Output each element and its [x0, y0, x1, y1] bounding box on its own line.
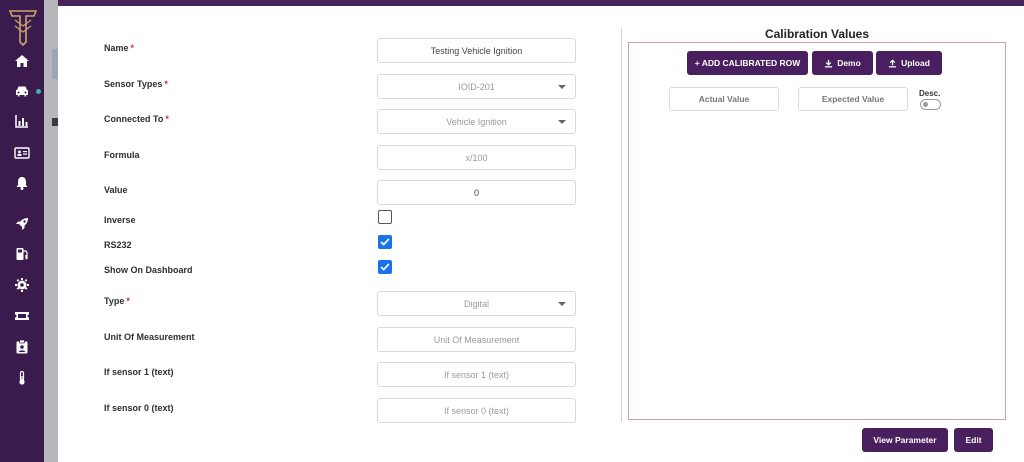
sidebar-item-alerts[interactable] — [0, 169, 44, 197]
show-on-dashboard-label: Show On Dashboard — [104, 265, 193, 275]
sensor-types-label: Sensor Types * — [104, 79, 168, 89]
inverse-checkbox[interactable] — [378, 210, 392, 224]
type-select[interactable]: Digital — [377, 291, 576, 316]
clipboard-user-icon — [16, 339, 28, 354]
sensor-types-value: IOID-201 — [458, 81, 495, 92]
expected-value-header: Expected Value — [798, 87, 908, 111]
checkmark-icon — [380, 263, 390, 271]
unit-of-measurement-label: Unit Of Measurement — [104, 332, 195, 342]
sidebar-item-temperature[interactable] — [0, 364, 44, 392]
bell-icon — [16, 177, 28, 190]
unit-of-measurement-input[interactable]: Unit Of Measurement — [377, 327, 576, 352]
caret-down-icon — [558, 120, 566, 124]
rocket-icon — [16, 218, 28, 230]
add-calibrated-row-button[interactable]: + ADD CALIBRATED ROW — [687, 51, 808, 75]
inverse-label: Inverse — [104, 215, 136, 225]
type-value: Digital — [463, 298, 489, 309]
id-card-icon — [14, 147, 30, 159]
active-indicator — [36, 89, 41, 94]
formula-input[interactable]: x/100 — [377, 145, 576, 170]
demo-button[interactable]: Demo — [812, 51, 873, 75]
sidebar-item-launch[interactable] — [0, 210, 44, 238]
toggle-knob — [923, 102, 928, 107]
value-input[interactable]: 0 — [377, 180, 576, 205]
upload-button[interactable]: Upload — [876, 51, 942, 75]
column-divider — [621, 28, 622, 422]
sidebar-item-assignments[interactable] — [0, 333, 44, 361]
car-icon — [16, 86, 28, 97]
download-icon — [825, 59, 833, 67]
type-label: Type * — [104, 296, 130, 306]
value-label: Value — [104, 185, 128, 195]
sidebar-item-vehicles[interactable] — [0, 77, 44, 105]
if-sensor-1-label: If sensor 1 (text) — [104, 367, 174, 377]
checkmark-icon — [380, 238, 390, 246]
view-parameter-button[interactable]: View Parameter — [862, 428, 948, 452]
rs232-label: RS232 — [104, 240, 132, 250]
modal-top-bar — [58, 0, 1024, 6]
sidebar-item-home[interactable] — [0, 47, 44, 75]
connected-to-select[interactable]: Vehicle Ignition — [377, 109, 576, 134]
required-marker: * — [126, 296, 130, 306]
if-sensor-0-input[interactable]: If sensor 0 (text) — [377, 398, 576, 423]
required-marker: * — [130, 43, 135, 53]
caret-down-icon — [558, 302, 566, 306]
sidebar-item-settings[interactable] — [0, 271, 44, 299]
rs232-checkbox[interactable] — [378, 235, 392, 249]
sidebar-item-tickets[interactable] — [0, 302, 44, 330]
demo-button-label: Demo — [837, 58, 861, 68]
fuel-pump-icon — [16, 248, 28, 260]
connected-to-label: Connected To * — [104, 114, 169, 124]
gear-icon — [15, 278, 29, 292]
sidebar — [0, 0, 44, 462]
sensor-types-select[interactable]: IOID-201 — [377, 74, 576, 99]
desc-toggle[interactable] — [920, 99, 941, 110]
show-on-dashboard-checkbox[interactable] — [378, 260, 392, 274]
desc-label: Desc. — [919, 89, 941, 98]
home-icon — [15, 55, 29, 67]
connected-to-value: Vehicle Ignition — [446, 116, 507, 127]
formula-label: Formula — [104, 150, 140, 160]
app-logo[interactable] — [7, 8, 39, 47]
name-input[interactable]: Testing Vehicle Ignition — [377, 38, 576, 63]
bar-chart-icon — [15, 115, 28, 128]
required-marker: * — [164, 79, 168, 89]
calibration-title: Calibration Values — [764, 27, 870, 41]
if-sensor-1-input[interactable]: If sensor 1 (text) — [377, 362, 576, 387]
upload-icon — [888, 58, 897, 67]
sidebar-item-reports[interactable] — [0, 107, 44, 135]
sidebar-item-drivers[interactable] — [0, 139, 44, 167]
edit-button[interactable]: Edit — [954, 428, 993, 452]
actual-value-header: Actual Value — [669, 87, 779, 111]
thermometer-icon — [19, 370, 25, 385]
if-sensor-0-label: If sensor 0 (text) — [104, 403, 174, 413]
caret-down-icon — [558, 85, 566, 89]
sidebar-item-fuel[interactable] — [0, 240, 44, 268]
required-marker: * — [165, 114, 169, 124]
ticket-icon — [15, 312, 29, 320]
name-label: Name * — [104, 43, 135, 53]
upload-button-label: Upload — [901, 58, 930, 68]
